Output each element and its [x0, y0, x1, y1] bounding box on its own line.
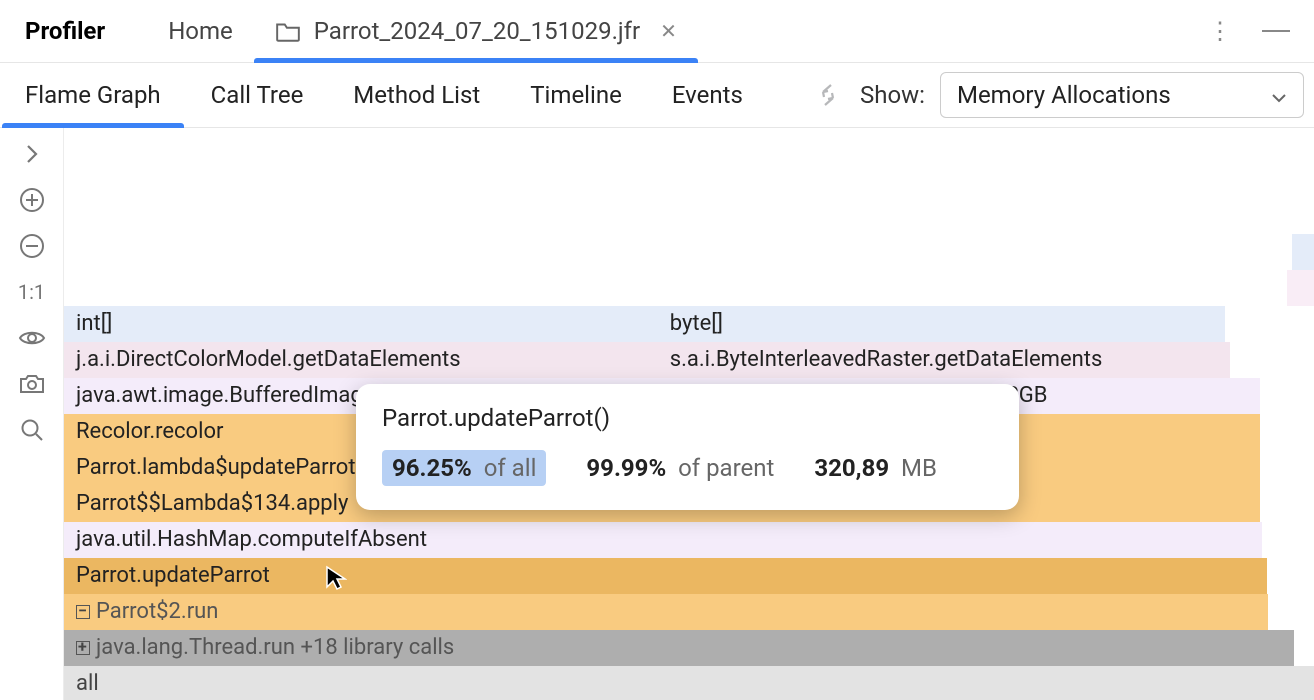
- flame-cell[interactable]: int[]: [64, 306, 658, 342]
- tooltip-method: Parrot.updateParrot(): [382, 404, 993, 432]
- tab-flame-graph[interactable]: Flame Graph: [0, 63, 186, 127]
- tooltip-pct-all: 96.25%: [392, 454, 472, 482]
- show-select[interactable]: Memory Allocations: [940, 72, 1304, 118]
- flame-cell-label: java.util.HashMap.computeIfAbsent: [76, 527, 427, 552]
- flame-cell[interactable]: all: [64, 666, 1314, 700]
- search-icon[interactable]: [18, 416, 46, 444]
- flame-cell[interactable]: Parrot.updateParrot: [64, 558, 1267, 594]
- flame-cell[interactable]: byte[]: [658, 306, 1226, 342]
- flame-cell-label: int[]: [76, 311, 112, 336]
- tooltip-pct-parent: 99.99%: [586, 454, 666, 482]
- flame-cell-label: Parrot.lambda$updateParrot$0: [76, 455, 380, 480]
- expand-icon[interactable]: [76, 641, 90, 655]
- minimize-icon[interactable]: [1262, 30, 1290, 32]
- focus-reset-icon[interactable]: [811, 78, 845, 112]
- app-title: Profiler: [0, 17, 147, 45]
- flame-cell[interactable]: [1292, 234, 1314, 270]
- flame-cell[interactable]: j.a.i.DirectColorModel.getDataElements: [64, 342, 658, 378]
- flame-cell[interactable]: [1287, 270, 1314, 306]
- show-select-value: Memory Allocations: [957, 81, 1171, 109]
- flame-cell-label: java.lang.Thread.run +18 library calls: [96, 635, 454, 660]
- flame-cell-label: Recolor.recolor: [76, 419, 223, 444]
- kebab-menu-icon[interactable]: ⋮: [1208, 17, 1232, 45]
- tab-file[interactable]: Parrot_2024_07_20_151029.jfr ✕: [254, 0, 698, 62]
- zoom-in-icon[interactable]: [18, 186, 46, 214]
- preview-icon[interactable]: [18, 324, 46, 352]
- fit-icon[interactable]: 1:1: [18, 278, 46, 306]
- tab-call-tree[interactable]: Call Tree: [186, 63, 329, 127]
- close-icon[interactable]: ✕: [660, 19, 677, 43]
- flame-cell-label: Parrot.updateParrot: [76, 563, 270, 588]
- flame-cell-label: Parrot$$Lambda$134.apply: [76, 491, 348, 516]
- flame-cell[interactable]: java.lang.Thread.run +18 library calls: [64, 630, 1294, 666]
- snapshot-icon[interactable]: [18, 370, 46, 398]
- flame-cell[interactable]: Parrot$2.run: [64, 594, 1268, 630]
- tab-method-list[interactable]: Method List: [328, 63, 505, 127]
- tooltip-pct-parent-label: of parent: [678, 454, 774, 482]
- tab-file-label: Parrot_2024_07_20_151029.jfr: [314, 17, 640, 45]
- flame-cell[interactable]: s.a.i.ByteInterleavedRaster.getDataEleme…: [658, 342, 1231, 378]
- tooltip-size-value: 320,89: [814, 454, 889, 482]
- folder-icon: [275, 20, 301, 42]
- flame-cell-label: all: [76, 671, 99, 696]
- flame-cell-label: byte[]: [670, 311, 723, 336]
- zoom-out-icon[interactable]: [18, 232, 46, 260]
- tab-timeline[interactable]: Timeline: [505, 63, 647, 127]
- flame-tooltip: Parrot.updateParrot() 96.25% of all 99.9…: [356, 384, 1019, 510]
- chevron-down-icon: [1271, 81, 1287, 109]
- flame-cell[interactable]: java.util.HashMap.computeIfAbsent: [64, 522, 1262, 558]
- expand-icon[interactable]: [18, 140, 46, 168]
- flame-cell-label: j.a.i.DirectColorModel.getDataElements: [76, 347, 461, 372]
- collapse-icon[interactable]: [76, 605, 90, 619]
- tab-events[interactable]: Events: [647, 63, 768, 127]
- tab-home[interactable]: Home: [147, 0, 254, 62]
- show-label: Show:: [860, 81, 925, 109]
- flame-cell-label: s.a.i.ByteInterleavedRaster.getDataEleme…: [670, 347, 1103, 372]
- flame-cell-label: Parrot$2.run: [96, 599, 218, 624]
- tooltip-size-unit: MB: [901, 454, 937, 482]
